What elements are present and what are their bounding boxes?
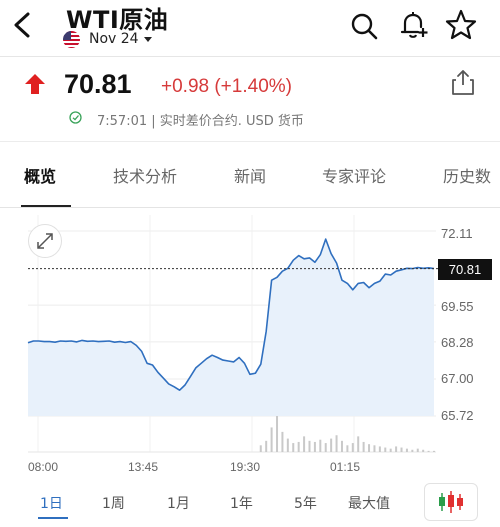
volume-bar	[324, 443, 327, 452]
volume-bar	[270, 427, 273, 452]
volume-bar	[389, 448, 392, 452]
range-5y[interactable]: 5年	[294, 493, 317, 513]
volume-bar	[330, 438, 333, 452]
volume-bar	[384, 447, 387, 452]
range-active-indicator	[38, 517, 68, 519]
volume-bar	[303, 436, 306, 452]
volume-bar	[427, 450, 430, 452]
volume-bar	[265, 440, 268, 452]
last-price-badge: 70.81	[438, 259, 492, 280]
volume-bar	[395, 446, 398, 452]
y-tick-label: 67.00	[441, 371, 474, 386]
volume-bar	[276, 414, 279, 452]
volume-bar	[405, 448, 408, 452]
range-1w[interactable]: 1周	[102, 493, 125, 513]
y-tick-label: 69.55	[441, 299, 474, 314]
volume-bar	[411, 449, 414, 452]
volume-bar	[422, 449, 425, 452]
volume-bar	[259, 445, 262, 452]
range-1y[interactable]: 1年	[230, 493, 253, 513]
volume-bar	[308, 440, 311, 452]
x-tick-label: 13:45	[128, 460, 159, 474]
volume-bar	[313, 441, 316, 452]
expand-icon[interactable]	[28, 224, 62, 258]
y-tick-label: 72.11	[441, 226, 473, 241]
candlestick-toggle-button[interactable]	[424, 483, 478, 521]
volume-bar	[340, 440, 343, 452]
volume-bar	[351, 443, 354, 452]
volume-bar	[346, 445, 349, 452]
range-1m[interactable]: 1月	[167, 493, 190, 513]
range-1d[interactable]: 1日	[40, 493, 63, 513]
candlestick-icon	[439, 491, 463, 513]
volume-bar	[286, 438, 289, 452]
y-tick-label: 65.72	[441, 408, 474, 423]
volume-bar	[357, 436, 360, 452]
x-tick-label: 01:15	[330, 460, 361, 474]
volume-bar	[373, 445, 376, 452]
volume-bar	[378, 446, 381, 452]
x-tick-label: 19:30	[230, 460, 261, 474]
volume-bar	[400, 447, 403, 452]
volume-bar	[433, 450, 435, 452]
volume-bar	[281, 431, 284, 452]
price-chart[interactable]	[0, 0, 500, 527]
volume-bar	[292, 443, 295, 452]
volume-bar	[335, 435, 338, 452]
volume-bar	[362, 441, 365, 452]
x-tick-label: 08:00	[28, 460, 59, 474]
volume-bar	[416, 448, 419, 452]
y-tick-label: 68.28	[441, 335, 474, 350]
volume-bar	[368, 444, 371, 452]
volume-bar	[297, 441, 300, 452]
price-area-fill	[28, 239, 434, 416]
range-max[interactable]: 最大值	[348, 493, 390, 513]
volume-bar	[319, 439, 322, 452]
